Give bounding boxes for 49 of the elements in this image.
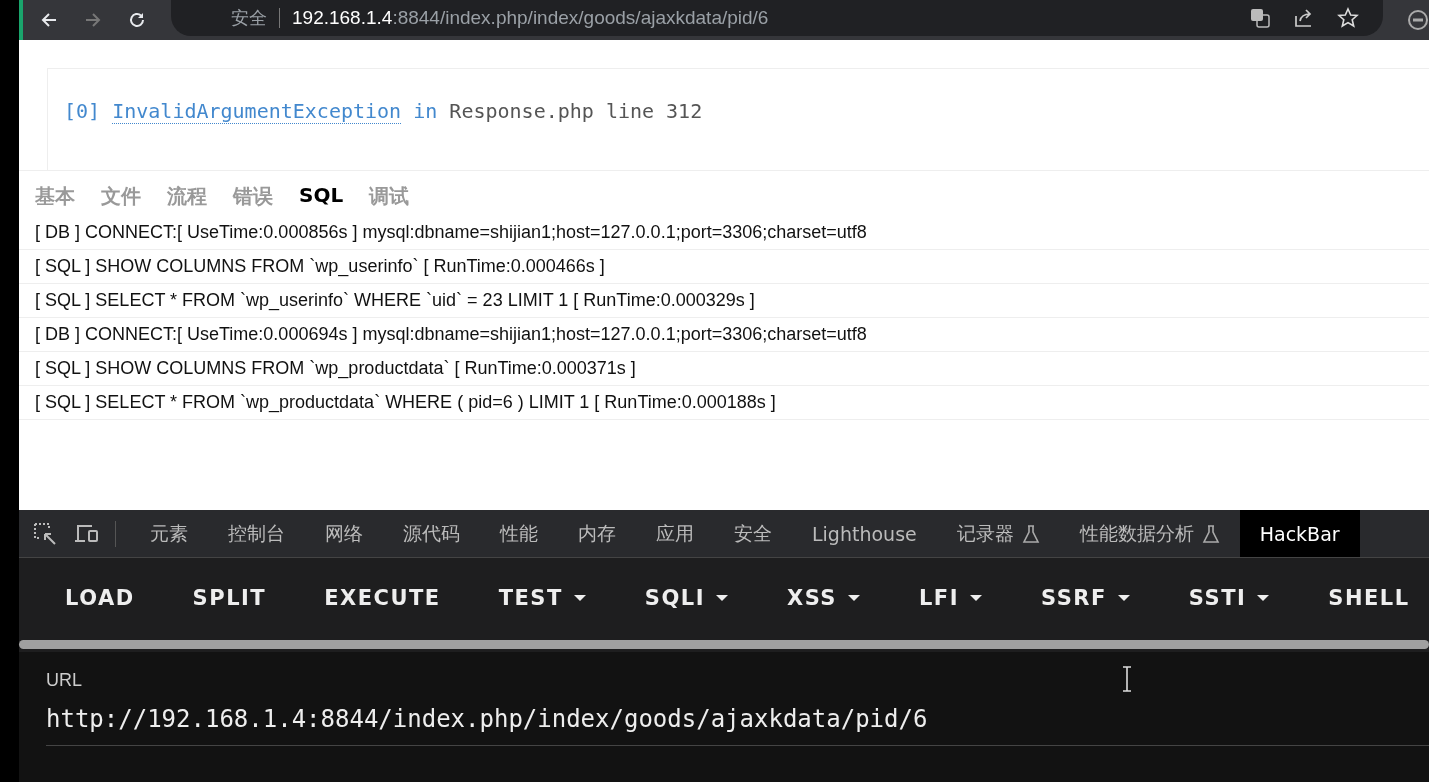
sql-log-line: [ SQL ] SHOW COLUMNS FROM `wp_userinfo` [ RunTime:0.000466s ] [19, 250, 1429, 284]
load-button[interactable]: LOAD [47, 578, 153, 618]
toolbar-button[interactable]: SPLIT [174, 578, 285, 618]
devtools-tab[interactable]: 元素 [130, 510, 208, 557]
caret-icon [969, 594, 983, 602]
url-label: URL [46, 670, 82, 691]
toolbar-button[interactable]: SHELL [1310, 578, 1428, 618]
security-label: 安全 [231, 6, 267, 30]
devtools-tab[interactable]: HackBar [1239, 510, 1360, 557]
menu-button[interactable]: TEST [480, 578, 605, 618]
star-icon[interactable] [1337, 7, 1359, 29]
flask-icon [1201, 523, 1220, 544]
devtools-tab[interactable]: 控制台 [208, 510, 305, 557]
sql-log-line: [ SQL ] SHOW COLUMNS FROM `wp_productdata` [ RunTime:0.000371s ] [19, 352, 1429, 386]
menu-button[interactable]: SSTI [1170, 578, 1289, 618]
devtools-tab[interactable]: 网络 [305, 510, 383, 557]
toolbar-button[interactable]: EXECUTE [306, 578, 459, 618]
translate-icon[interactable] [1249, 7, 1271, 29]
caret-icon [846, 594, 861, 602]
devtools-tab[interactable]: 内存 [558, 510, 636, 557]
scrollbar[interactable] [19, 640, 1429, 649]
sql-log-line: [ DB ] CONNECT:[ UseTime:0.000856s ] mysql:dbname=shijian1;host=127.0.0.1;port=3306;charset=utf8 [19, 216, 1429, 250]
caret-icon [572, 594, 587, 602]
error-heading: [0] InvalidArgumentException in Response.php line 312 [64, 99, 704, 123]
menu-button[interactable]: XSS [768, 578, 879, 618]
menu-button[interactable]: LFI [900, 578, 1001, 618]
url-text: 192.168.1.4:8844/index.php/index/goods/ajaxkdata/pid/6 [292, 7, 769, 29]
devtools-tab[interactable]: 性能 [480, 510, 558, 557]
sql-log-line: [ SQL ] SELECT * FROM `wp_userinfo` WHERE `uid` = 23 LIMIT 1 [ RunTime:0.000329s ] [19, 284, 1429, 318]
text-cursor-icon [1121, 666, 1133, 692]
flask-icon [1021, 523, 1040, 544]
minus-icon[interactable] [1407, 9, 1429, 31]
caret-icon [714, 594, 729, 602]
menu-button[interactable]: SSRF [1023, 578, 1149, 618]
devtools-tab[interactable]: 应用 [636, 510, 714, 557]
devtools-tab[interactable]: 记录器 [936, 510, 1060, 557]
devtools-tab[interactable]: 源代码 [383, 510, 480, 557]
sql-log-line: [ DB ] CONNECT:[ UseTime:0.000694s ] mysql:dbname=shijian1;host=127.0.0.1;port=3306;charset=utf8 [19, 318, 1429, 352]
sql-log-line: [ SQL ] SELECT * FROM `wp_productdata` WHERE ( pid=6 ) LIMIT 1 [ RunTime:0.000188s ] [19, 386, 1429, 420]
address-bar[interactable]: 安全 192.168.1.4:8844/index.php/index/goods/ajaxkdata/pid/6 [171, 0, 1383, 36]
devtools-tab[interactable]: 性能数据分析 [1059, 510, 1240, 557]
caret-icon [1116, 594, 1131, 602]
trace-tab[interactable]: SQL [299, 183, 344, 210]
url-field[interactable]: http://192.168.1.4:8844/index.php/index/goods/ajaxkdata/pid/6 [46, 705, 1429, 746]
devtools-tab[interactable]: Lighthouse [792, 510, 937, 557]
reload-icon[interactable] [127, 10, 147, 30]
menu-button[interactable]: SQLI [626, 578, 747, 618]
caret-icon [1256, 594, 1271, 602]
devtools-tab[interactable]: 安全 [714, 510, 792, 557]
